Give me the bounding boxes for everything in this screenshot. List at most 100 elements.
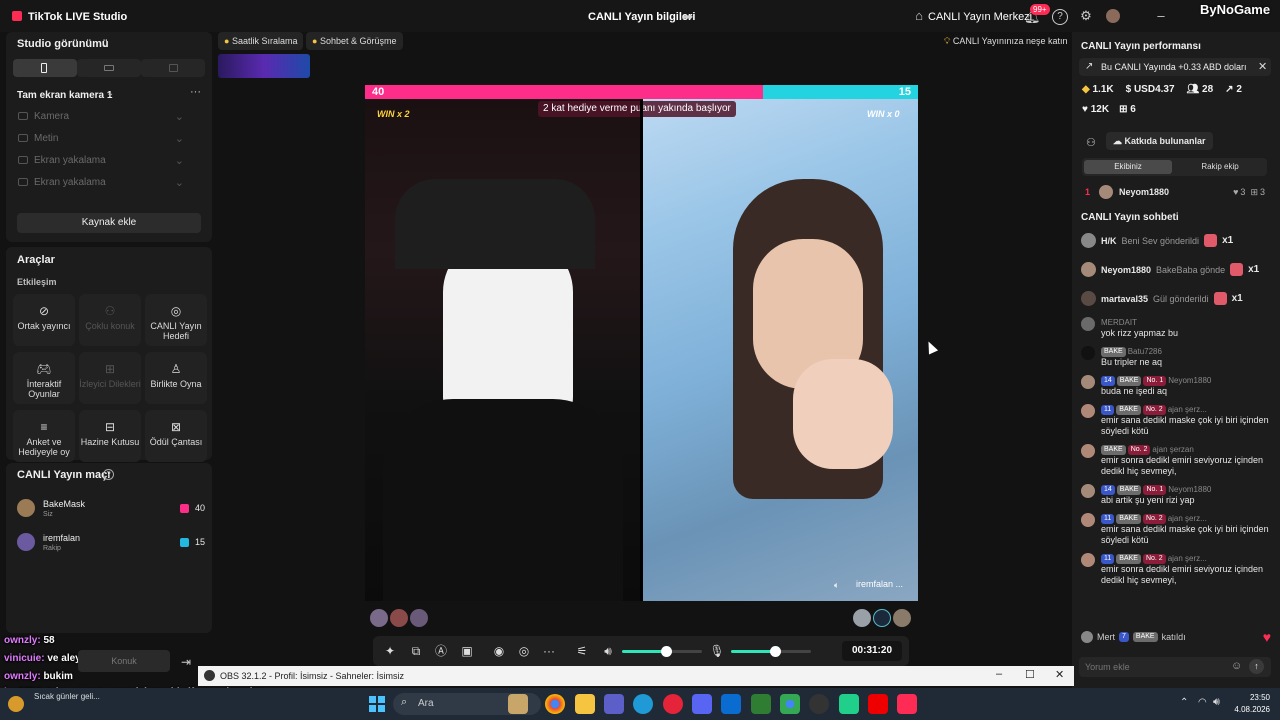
studio-view-title[interactable]: Studio görünümü xyxy=(17,38,109,50)
tool-gamepad[interactable]: 🎮︎ İnteraktif Oyunlar xyxy=(13,352,75,404)
chat-user[interactable]: ajan şerz... xyxy=(1168,554,1207,563)
heart-icon[interactable]: ♥ xyxy=(1263,629,1271,645)
source-row[interactable]: Metin ⌄ xyxy=(18,130,184,146)
tab-opponent-team[interactable]: Rakip ekip xyxy=(1176,160,1264,174)
tool-link[interactable]: ⊘ Ortak yayıncı xyxy=(13,294,75,346)
close-icon[interactable]: ✕ xyxy=(1258,60,1267,73)
opera-app-icon[interactable] xyxy=(663,694,683,714)
chat-user[interactable]: Neyom1880 xyxy=(1168,485,1211,494)
add-user-icon[interactable]: ⚇ xyxy=(1086,136,1096,149)
info-icon[interactable]: ? xyxy=(103,469,114,480)
avatar[interactable] xyxy=(893,609,911,627)
source-row[interactable]: Ekran yakalama ⌄ xyxy=(18,152,184,168)
tool-users[interactable]: ⚇ Çoklu konuk xyxy=(79,294,141,346)
help-icon[interactable]: ? xyxy=(1052,9,1068,25)
speaker-icon[interactable]: 🔊︎ xyxy=(600,636,616,666)
volume-tray-icon[interactable]: 🔊︎ xyxy=(1213,696,1220,709)
chevron-down-icon[interactable]: ⌄ xyxy=(101,37,110,50)
dual-view-button[interactable] xyxy=(141,59,205,77)
avatar[interactable] xyxy=(1081,375,1095,389)
chat-user[interactable]: ajan şerz... xyxy=(1168,405,1207,414)
hourly-ranking-chip[interactable]: ● Saatlik Sıralama xyxy=(218,32,304,50)
chat-user[interactable]: ajan şerz... xyxy=(1168,514,1207,523)
comment-input[interactable] xyxy=(1085,659,1225,675)
windows-start-icon[interactable] xyxy=(369,696,385,712)
screenshot-icon[interactable]: ⧉ xyxy=(408,636,424,666)
teams-app-icon[interactable] xyxy=(604,694,624,714)
volume-knob[interactable] xyxy=(661,646,672,657)
scene-name[interactable]: Tam ekran kamera 1 xyxy=(17,90,112,101)
avatar[interactable] xyxy=(1081,444,1095,458)
equalizer-icon[interactable]: ⚟ xyxy=(574,636,590,666)
avatar[interactable] xyxy=(1081,484,1095,498)
share-icon[interactable]: ➦ xyxy=(680,9,696,25)
source-row[interactable]: Ekran yakalama ⌄ xyxy=(18,174,184,190)
avatar[interactable] xyxy=(873,609,891,627)
avatar[interactable] xyxy=(853,609,871,627)
avatar[interactable] xyxy=(410,609,428,627)
mic-knob[interactable] xyxy=(770,646,781,657)
chat-user[interactable]: Batu7286 xyxy=(1128,347,1162,356)
mute-icon[interactable]: 🔈︎ xyxy=(834,580,839,591)
obs-minimize-icon[interactable]: – xyxy=(996,668,1002,680)
chat-user[interactable]: MERDAIT xyxy=(1101,318,1137,327)
minimize-icon[interactable]: – xyxy=(1153,8,1169,24)
room-button[interactable]: Konuk xyxy=(78,650,170,672)
exit-icon[interactable]: ⇥ xyxy=(181,655,191,669)
more-options-icon[interactable]: ··· xyxy=(190,86,201,98)
mic-slider[interactable] xyxy=(731,646,811,657)
tiktok-studio-app-icon[interactable] xyxy=(897,694,917,714)
more-icon[interactable]: ··· xyxy=(541,636,557,666)
avatar[interactable] xyxy=(1081,404,1095,418)
performance-note[interactable]: ↗ Bu CANLI Yayında +0.33 ABD doları ✕ xyxy=(1079,58,1271,76)
emoji-icon[interactable]: ☺ xyxy=(1231,660,1242,672)
tab-your-team[interactable]: Ekibiniz xyxy=(1084,160,1172,174)
effects-icon[interactable]: ✦ xyxy=(382,636,398,666)
avatar[interactable] xyxy=(370,609,388,627)
tip-chip[interactable]: 💡︎ CANLI Yayınınıza neşe katın xyxy=(938,32,1074,50)
app-icon[interactable] xyxy=(751,694,771,714)
microphone-icon[interactable]: 🎙︎ xyxy=(709,636,725,666)
weather-icon[interactable] xyxy=(8,696,24,712)
mail-app-icon[interactable] xyxy=(721,694,741,714)
wifi-icon[interactable]: ◠ xyxy=(1198,697,1207,708)
clock-time[interactable]: 23:50 xyxy=(1238,693,1270,702)
event-banner[interactable] xyxy=(218,54,310,78)
chat-user[interactable]: Neyom1880 xyxy=(1168,376,1211,385)
avatar[interactable] xyxy=(1081,513,1095,527)
live-center-link[interactable]: CANLI Yayın Merkezi xyxy=(928,11,1032,23)
source-row[interactable]: Kamera ⌄ xyxy=(18,108,184,124)
chrome-alt-app-icon[interactable] xyxy=(780,694,800,714)
tool-gift[interactable]: ⊞ İzleyici Dilekleri xyxy=(79,352,141,404)
file-explorer-app-icon[interactable] xyxy=(508,694,528,714)
record-icon[interactable]: ◉ xyxy=(491,636,507,666)
obs-maximize-icon[interactable]: ☐ xyxy=(1025,668,1035,681)
weather-text[interactable]: Sıcak günler geli... xyxy=(34,692,100,701)
obs-close-icon[interactable]: ✕ xyxy=(1055,668,1064,681)
avatar[interactable] xyxy=(390,609,408,627)
layout-icon[interactable]: ▣ xyxy=(459,636,475,666)
tray-chevron-icon[interactable]: ⌃ xyxy=(1180,697,1188,708)
portrait-view-button[interactable] xyxy=(13,59,77,77)
volume-slider[interactable] xyxy=(622,646,702,657)
chrome-app-icon[interactable] xyxy=(545,694,565,714)
chat-meetup-chip[interactable]: ● Sohbet & Görüşme xyxy=(306,32,403,50)
tool-target[interactable]: ◎ CANLI Yayın Hedefi xyxy=(145,294,207,346)
chat-user[interactable]: ajan şerzan xyxy=(1152,445,1193,454)
send-icon[interactable]: ↑ xyxy=(1249,659,1264,674)
scene-chevron-icon[interactable]: ⌄ xyxy=(106,88,114,99)
add-source-button[interactable]: Kaynak ekle xyxy=(17,213,201,233)
comment-box[interactable]: ☺ ↑ xyxy=(1079,657,1271,677)
youtube-app-icon[interactable] xyxy=(868,694,888,714)
edge-app-icon[interactable] xyxy=(633,694,653,714)
app-icon[interactable] xyxy=(839,694,859,714)
clock-date[interactable]: 4.08.2026 xyxy=(1224,705,1270,714)
camera-switch-icon[interactable]: ◎ xyxy=(516,636,532,666)
tool-poll[interactable]: ≡ Anket ve Hediyeyle oy xyxy=(13,410,75,462)
obs-app-icon[interactable] xyxy=(809,694,829,714)
tool-bag[interactable]: ⊠ Ödül Çantası xyxy=(145,410,207,462)
avatar[interactable] xyxy=(1081,317,1095,331)
landscape-view-button[interactable] xyxy=(77,59,141,77)
tool-chest[interactable]: ⊟ Hazine Kutusu xyxy=(79,410,141,462)
tool-person[interactable]: ♙ Birlikte Oyna xyxy=(145,352,207,404)
